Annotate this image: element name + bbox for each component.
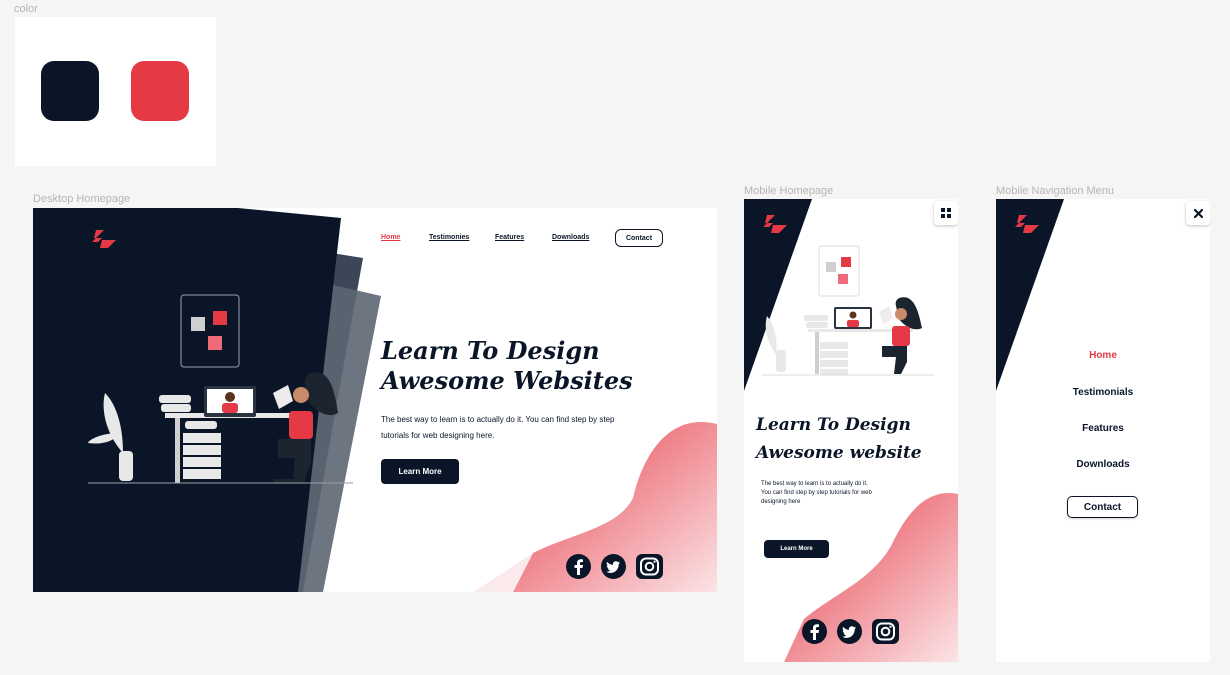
nav-downloads-link[interactable]: Downloads <box>552 234 589 241</box>
color-frame-label: color <box>14 3 38 15</box>
mobile-learn-more-button[interactable]: Learn More <box>764 540 829 558</box>
mobile-body-line3: designing here <box>761 499 801 505</box>
desktop-social-links <box>566 554 663 584</box>
color-palette <box>15 17 216 166</box>
twitter-icon[interactable] <box>601 554 626 584</box>
mobile-homepage: Learn To Design Awesome website The best… <box>744 199 958 662</box>
logo-icon[interactable] <box>1011 213 1041 235</box>
mobile-headline-line1: Learn To Design <box>756 415 911 435</box>
desktop-headline-line2: Awesome Websites <box>381 366 633 395</box>
desktop-frame-label: Desktop Homepage <box>33 193 131 205</box>
nav-frame-label: Mobile Navigation Menu <box>996 185 1115 197</box>
facebook-icon[interactable] <box>802 619 827 649</box>
mobile-headline-line2: Awesome website <box>756 443 922 463</box>
instagram-icon[interactable] <box>636 554 663 584</box>
menu-contact-button[interactable]: Contact <box>1067 496 1138 518</box>
nav-home-link[interactable]: Home <box>381 234 400 241</box>
mobile-frame-label: Mobile Homepage <box>744 185 834 197</box>
nav-testimonies-link[interactable]: Testimonies <box>429 234 469 241</box>
desktop-body-line2: tutorials for web designing here. <box>381 431 495 440</box>
desktop-headline-line1: Learn To Design <box>381 336 600 365</box>
workspace-illustration <box>88 294 353 484</box>
twitter-icon[interactable] <box>837 619 862 649</box>
instagram-icon[interactable] <box>872 619 899 649</box>
desktop-homepage: Home Testimonies Features Downloads Cont… <box>33 208 717 592</box>
red-swatch[interactable] <box>131 61 189 121</box>
mobile-navigation-menu: Home Testimonials Features Downloads Con… <box>996 199 1210 662</box>
menu-item-testimonials[interactable]: Testimonials <box>996 387 1210 398</box>
mobile-workspace-illustration <box>762 245 934 376</box>
nav-features-link[interactable]: Features <box>495 234 524 241</box>
logo-icon[interactable] <box>88 228 118 250</box>
facebook-icon[interactable] <box>566 554 591 584</box>
desktop-body-line1: The best way to learn is to actually do … <box>381 415 615 424</box>
mobile-social-links <box>802 619 899 649</box>
desktop-learn-more-button[interactable]: Learn More <box>381 459 459 484</box>
mobile-body-line2: You can find step by step tutorials for … <box>761 490 872 496</box>
navy-swatch[interactable] <box>41 61 99 121</box>
grid-menu-icon[interactable] <box>934 201 958 225</box>
close-icon[interactable] <box>1186 201 1210 225</box>
menu-item-home[interactable]: Home <box>996 350 1210 361</box>
menu-item-features[interactable]: Features <box>996 423 1210 434</box>
menu-item-downloads[interactable]: Downloads <box>996 459 1210 470</box>
logo-icon[interactable] <box>759 213 789 235</box>
mobile-body-line1: The best way to learn is to actually do … <box>761 481 868 487</box>
nav-contact-button[interactable]: Contact <box>615 229 663 247</box>
